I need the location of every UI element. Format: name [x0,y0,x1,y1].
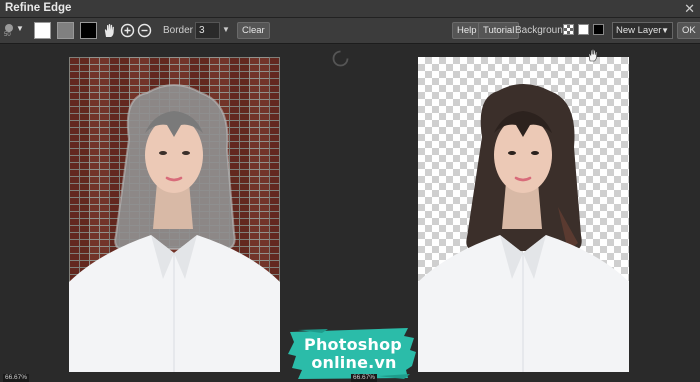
title-bar: Refine Edge ✕ [0,0,700,18]
hand-cursor-icon [588,48,598,62]
swatch-gray[interactable] [57,22,74,39]
tutorial-button[interactable]: Tutorial [478,22,520,39]
border-label: Border [163,25,194,36]
zoom-out-icon[interactable] [136,22,153,39]
background-black-option[interactable] [593,24,604,35]
brush-icon [5,24,13,32]
preview-canvas[interactable]: Photoshop online.vn 66.67% 66.67% [0,45,700,382]
chevron-down-icon: ▼ [16,24,24,33]
loading-spinner-icon [332,50,349,67]
output-layer-select[interactable]: New Layer ▼ [612,22,673,39]
brush-size-picker[interactable]: 50 ▼ [3,23,27,39]
person-silhouette [69,84,280,372]
output-layer-value: New Layer [616,25,662,36]
swatch-black[interactable] [80,22,97,39]
brush-size-value: 50 [4,32,11,38]
clear-button[interactable]: Clear [237,22,270,39]
watermark-line2: online.vn [311,353,397,372]
zoom-level-left: 66.67% [3,374,30,382]
background-transparent-option[interactable] [563,24,574,35]
chevron-down-icon: ▼ [661,26,669,35]
original-image[interactable] [69,57,280,372]
hand-icon[interactable] [101,22,118,39]
watermark-line1: Photoshop [304,335,402,354]
border-input[interactable] [195,22,220,39]
ok-button[interactable]: OK [677,22,700,39]
watermark-logo: Photoshop online.vn [288,326,418,380]
window-title: Refine Edge [5,2,72,14]
close-icon[interactable]: ✕ [684,1,695,17]
refined-preview-image[interactable] [418,57,629,372]
swatch-white[interactable] [34,22,51,39]
zoom-in-icon[interactable] [119,22,136,39]
zoom-level-right: 66.67% [351,374,378,382]
background-white-option[interactable] [578,24,589,35]
person-cutout [418,84,629,372]
chevron-down-icon[interactable]: ▼ [222,25,230,34]
toolbar: 50 ▼ Border ▼ Clear Help Tutorial Backgr… [0,18,700,44]
